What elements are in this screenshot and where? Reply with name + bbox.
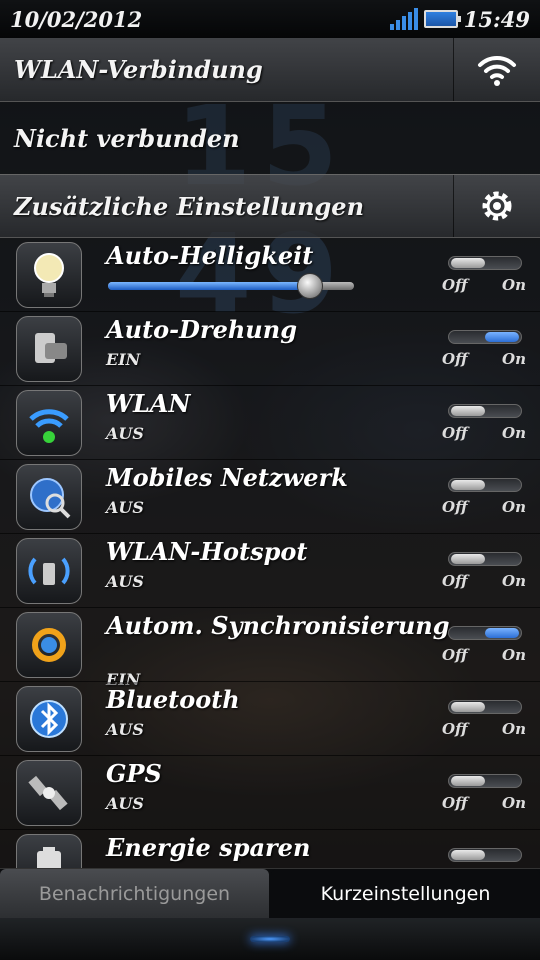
toggle-on-label: On (502, 572, 526, 590)
toggle-off-label: Off (442, 646, 468, 664)
toggle-labels: Off On (442, 424, 526, 442)
setting-toggle[interactable] (448, 700, 522, 714)
setting-label: Mobiles Netzwerk (106, 463, 348, 492)
toggle-off-label: Off (442, 276, 468, 294)
gear-icon (482, 191, 512, 221)
toggle-on-label: On (502, 276, 526, 294)
setting-toggle[interactable] (448, 626, 522, 640)
satellite-icon (16, 760, 82, 826)
toggle-off-label: Off (442, 498, 468, 516)
brightness-slider-fill (108, 282, 310, 290)
toggle-on-label: On (502, 720, 526, 738)
setting-status: AUS (106, 424, 144, 443)
setting-row-auto-rotate[interactable]: Auto-Drehung EIN Off On (0, 312, 540, 386)
panel-drag-handle[interactable] (0, 918, 540, 960)
signal-icon (389, 8, 418, 30)
globe-icon (16, 464, 82, 530)
setting-label: Auto-Drehung (106, 315, 297, 344)
settings-button[interactable] (453, 175, 540, 237)
toggle-labels: Off On (442, 350, 526, 368)
setting-label: GPS (106, 759, 162, 788)
status-bar: 10/02/2012 15:49 (0, 0, 540, 38)
toggle-on-label: On (502, 498, 526, 516)
toggle-on-label: On (502, 350, 526, 368)
extra-settings-row[interactable]: Zusätzliche Einstellungen (0, 174, 540, 238)
setting-status: AUS (106, 572, 144, 591)
wlan-status-row[interactable]: Nicht verbunden (0, 102, 540, 174)
setting-toggle[interactable] (448, 404, 522, 418)
wifi-icon (478, 55, 516, 86)
toggle-labels: Off On (442, 572, 526, 590)
hotspot-icon (16, 538, 82, 604)
setting-row-bluetooth[interactable]: Bluetooth AUS Off On (0, 682, 540, 756)
toggle-off-label: Off (442, 572, 468, 590)
toggle-off-label: Off (442, 794, 468, 812)
toggle-labels: Off On (442, 276, 526, 294)
wlan-status-text: Nicht verbunden (14, 123, 240, 153)
toggle-off-label: Off (442, 424, 468, 442)
tab-notifications[interactable]: Benachrichtigungen (0, 869, 269, 919)
setting-status: AUS (106, 794, 144, 813)
status-time: 15:49 (463, 6, 530, 32)
toggle-on-label: On (502, 424, 526, 442)
setting-status: EIN (106, 350, 141, 369)
setting-row-mobile-network[interactable]: Mobiles Netzwerk AUS Off On (0, 460, 540, 534)
panel-tabs: Benachrichtigungen Kurzeinstellungen (0, 868, 540, 919)
wlan-connection-title: WLAN-Verbindung (14, 55, 263, 84)
setting-row-gps[interactable]: GPS AUS Off On (0, 756, 540, 830)
toggle-labels: Off On (442, 720, 526, 738)
rotation-icon (16, 316, 82, 382)
setting-row-wlan-hotspot[interactable]: WLAN-Hotspot AUS Off On (0, 534, 540, 608)
wifi-icon (16, 390, 82, 456)
battery-icon (16, 834, 82, 868)
setting-toggle[interactable] (448, 552, 522, 566)
bluetooth-icon (16, 686, 82, 752)
setting-toggle[interactable] (448, 478, 522, 492)
toggle-labels: Off On (442, 794, 526, 812)
brightness-label: Auto-Helligkeit (106, 241, 314, 270)
brightness-row: Auto-Helligkeit Off On (0, 238, 540, 312)
drag-handle-icon (250, 936, 290, 942)
battery-icon (423, 10, 461, 28)
setting-toggle[interactable] (448, 774, 522, 788)
toggle-labels: Off On (442, 646, 526, 664)
toggle-off-label: Off (442, 720, 468, 738)
setting-row-power-saving[interactable]: Energie sparen (0, 830, 540, 868)
toggle-on-label: On (502, 646, 526, 664)
status-date: 10/02/2012 (10, 6, 143, 32)
setting-toggle[interactable] (448, 848, 522, 862)
setting-status: AUS (106, 498, 144, 517)
setting-label: Energie sparen (106, 833, 311, 862)
brightness-slider-thumb[interactable] (296, 273, 323, 299)
sync-icon (16, 612, 82, 678)
tab-quick-settings[interactable]: Kurzeinstellungen (271, 869, 540, 919)
toggle-on-label: On (502, 794, 526, 812)
toggle-labels: Off On (442, 498, 526, 516)
quick-settings-list[interactable]: Auto-Helligkeit Off On Auto-Drehung EIN … (0, 238, 540, 868)
toggle-off-label: Off (442, 350, 468, 368)
extra-settings-title: Zusätzliche Einstellungen (14, 191, 365, 221)
setting-toggle[interactable] (448, 330, 522, 344)
setting-row-wlan[interactable]: WLAN AUS Off On (0, 386, 540, 460)
auto-brightness-toggle[interactable] (448, 256, 522, 270)
wlan-connection-row[interactable]: WLAN-Verbindung (0, 38, 540, 102)
brightness-slider[interactable] (108, 273, 354, 299)
wifi-settings-button[interactable] (453, 38, 540, 101)
setting-label: Autom. Synchronisierung (106, 611, 450, 640)
setting-label: Bluetooth (106, 685, 240, 714)
setting-row-auto-sync[interactable]: Autom. Synchronisierung Off On EIN (0, 608, 540, 689)
lightbulb-icon (16, 242, 82, 308)
setting-label: WLAN-Hotspot (106, 537, 308, 566)
setting-status: AUS (106, 720, 144, 739)
setting-label: WLAN (106, 389, 191, 418)
